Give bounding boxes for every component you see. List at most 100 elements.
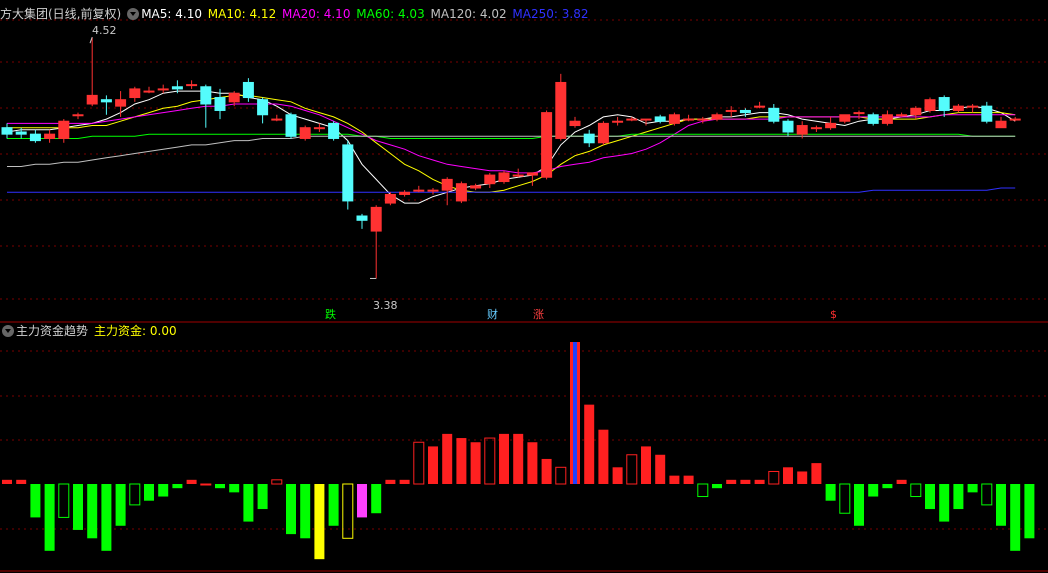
candle-body bbox=[58, 120, 70, 139]
flow-bar-negative bbox=[697, 483, 709, 498]
flow-bar-positive bbox=[513, 433, 524, 484]
ma5-label: MA5: 4.10 bbox=[141, 7, 202, 21]
stock-title[interactable]: 方大集团(日线,前复权) bbox=[0, 7, 121, 21]
candle-body bbox=[285, 114, 297, 137]
candle-body bbox=[1009, 118, 1021, 121]
candle bbox=[143, 86, 155, 94]
candle bbox=[271, 114, 283, 122]
candle-body bbox=[470, 185, 482, 189]
candle-body bbox=[342, 144, 354, 202]
flow-bar-negative bbox=[925, 484, 935, 510]
indicator-value: 主力资金: 0.00 bbox=[94, 324, 177, 338]
candle-body bbox=[526, 172, 538, 176]
flow-bar-negative bbox=[712, 484, 722, 489]
candle-body bbox=[555, 81, 567, 139]
event-marker-fall[interactable]: 跌 bbox=[325, 309, 336, 321]
candle-body bbox=[668, 114, 680, 124]
candle bbox=[952, 104, 964, 113]
candle-body bbox=[569, 120, 581, 127]
flow-bar-positive bbox=[896, 479, 907, 484]
low-price-label: 3.38 bbox=[373, 299, 398, 312]
indicator-title[interactable]: 主力资金趋势 bbox=[16, 324, 88, 338]
flow-bar-negative bbox=[939, 484, 950, 522]
flow-bar-positive bbox=[811, 463, 822, 484]
dropdown-icon[interactable] bbox=[127, 8, 140, 20]
flow-bar-positive bbox=[726, 479, 737, 484]
flow-bar-positive bbox=[669, 475, 680, 484]
candle-body bbox=[29, 133, 41, 142]
candle bbox=[668, 112, 680, 126]
kline-chart[interactable] bbox=[0, 0, 1048, 573]
candle-body bbox=[1, 127, 13, 135]
candle-body bbox=[697, 118, 709, 121]
candle bbox=[115, 91, 127, 117]
candle-body bbox=[995, 120, 1007, 129]
candle-body bbox=[725, 109, 737, 112]
candle-body bbox=[910, 107, 922, 116]
candle bbox=[541, 110, 553, 180]
candle bbox=[157, 84, 169, 94]
event-marker-dollar[interactable]: $ bbox=[830, 309, 837, 321]
candle-body bbox=[768, 107, 780, 122]
candle-body bbox=[583, 133, 595, 144]
flow-bar-negative bbox=[300, 484, 311, 539]
candle-body bbox=[938, 97, 950, 111]
flow-bar-positive bbox=[385, 479, 396, 484]
flow-bar-positive bbox=[484, 437, 496, 485]
flow-bar-positive bbox=[683, 475, 694, 484]
flow-bars bbox=[2, 342, 1035, 560]
candle bbox=[58, 119, 70, 143]
candle bbox=[881, 110, 893, 126]
candle-body bbox=[853, 112, 865, 115]
candle-body bbox=[711, 114, 723, 120]
candle-body bbox=[157, 88, 169, 91]
ma120-label: MA120: 4.02 bbox=[430, 7, 507, 21]
flow-bar-negative bbox=[996, 484, 1006, 526]
candle bbox=[924, 97, 936, 113]
candle-body bbox=[626, 118, 638, 121]
flow-bar-positive bbox=[740, 479, 751, 484]
candle-body bbox=[484, 174, 496, 185]
flow-bar-negative bbox=[1010, 484, 1021, 551]
flow-bar-negative bbox=[172, 484, 183, 489]
flow-bar-negative bbox=[882, 484, 893, 489]
ma-line-ma10 bbox=[7, 94, 1016, 193]
candle bbox=[470, 183, 482, 191]
candle bbox=[72, 112, 84, 120]
flow-bar-positive bbox=[428, 446, 438, 484]
ma20-label: MA20: 4.10 bbox=[282, 7, 351, 21]
dropdown-icon[interactable] bbox=[2, 325, 14, 337]
flow-bar-negative bbox=[215, 484, 225, 489]
candle-body bbox=[881, 114, 893, 124]
candle-body bbox=[44, 133, 56, 139]
candle bbox=[356, 213, 368, 229]
candle-body bbox=[257, 99, 269, 116]
candle bbox=[810, 125, 822, 132]
candle bbox=[399, 190, 411, 197]
flow-bar-negative bbox=[357, 484, 367, 518]
flow-bar-negative bbox=[1024, 484, 1035, 539]
candle-body bbox=[867, 114, 879, 124]
candle-body bbox=[683, 118, 695, 121]
candle bbox=[100, 95, 112, 115]
flow-bar-positive bbox=[442, 433, 453, 484]
candle-body bbox=[739, 109, 751, 114]
flow-bar-positive bbox=[655, 454, 666, 484]
flow-bar-positive bbox=[470, 442, 481, 484]
event-marker-finance[interactable]: 财 bbox=[487, 309, 498, 321]
candle-body bbox=[825, 122, 837, 129]
candle bbox=[938, 95, 950, 117]
flow-bar-negative bbox=[868, 484, 879, 497]
candle-body bbox=[186, 84, 198, 87]
candle-body bbox=[271, 118, 283, 121]
flow-bar-negative bbox=[73, 484, 83, 530]
event-marker-rise[interactable]: 涨 bbox=[533, 309, 544, 321]
candle-body bbox=[541, 112, 553, 178]
flow-bar-positive bbox=[186, 479, 197, 484]
flow-bar-positive bbox=[456, 438, 467, 484]
candle bbox=[867, 112, 879, 126]
candle bbox=[683, 114, 695, 122]
candle-body bbox=[810, 127, 822, 130]
flow-bar-positive bbox=[641, 446, 651, 484]
flow-bar-positive bbox=[2, 479, 12, 484]
